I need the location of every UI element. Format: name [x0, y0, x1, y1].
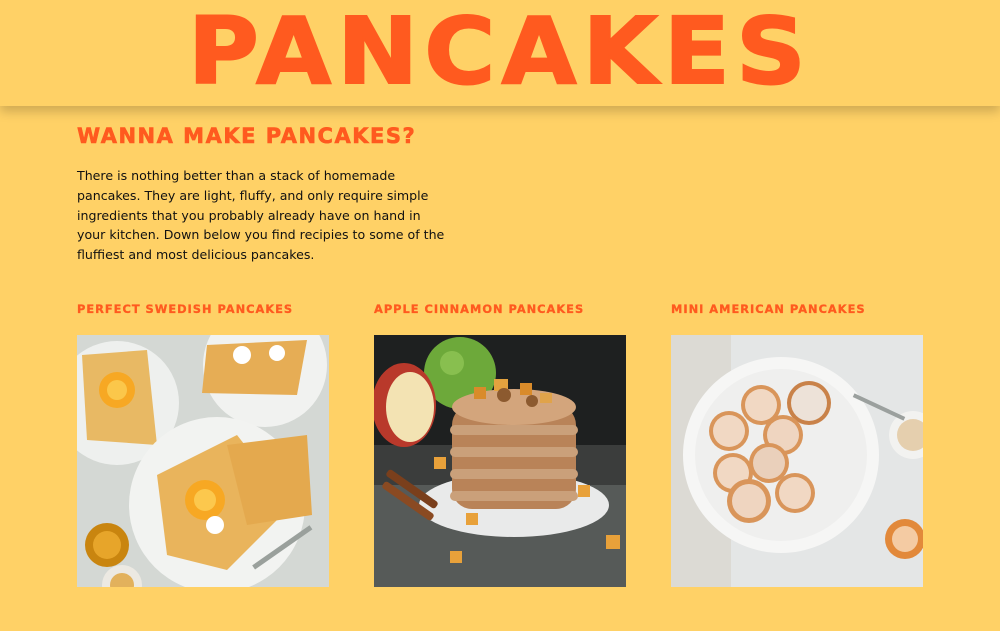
recipe-image-apple-cinnamon[interactable] — [374, 335, 626, 587]
recipe-card-swedish: PERFECT SWEDISH PANCAKES — [77, 302, 329, 587]
site-header: PANCAKES — [0, 0, 1000, 106]
recipe-title-mini-american[interactable]: MINI AMERICAN PANCAKES — [671, 302, 923, 322]
recipe-card-mini-american: MINI AMERICAN PANCAKES — [671, 302, 923, 587]
recipe-card-apple-cinnamon: APPLE CINNAMON PANCAKES — [374, 302, 626, 587]
intro-heading: WANNA MAKE PANCAKES? — [77, 124, 417, 149]
recipe-title-apple-cinnamon[interactable]: APPLE CINNAMON PANCAKES — [374, 302, 626, 322]
site-title: PANCAKES — [187, 0, 812, 105]
recipe-image-swedish[interactable] — [77, 335, 329, 587]
recipe-title-swedish[interactable]: PERFECT SWEDISH PANCAKES — [77, 302, 329, 322]
recipe-image-mini-american[interactable] — [671, 335, 923, 587]
intro-text: There is nothing better than a stack of … — [77, 168, 445, 263]
